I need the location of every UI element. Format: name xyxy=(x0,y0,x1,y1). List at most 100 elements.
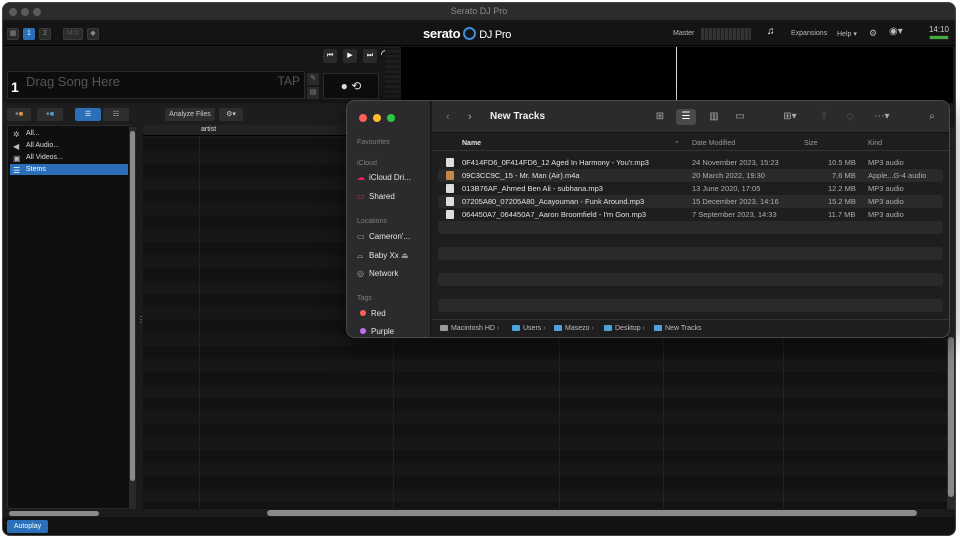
path-bar: Macintosh HD › Users › Masezo › Desktop … xyxy=(432,319,949,337)
file-row[interactable]: 013B76AF_Ahmed Ben Ali - subhana.mp3 13 … xyxy=(438,182,943,195)
sidebar-item-label: All Audio... xyxy=(26,142,60,149)
speaker-icon: ◀ xyxy=(13,142,20,151)
file-date: 24 November 2023, 15:23 xyxy=(692,158,779,167)
add-smart-crate-button[interactable]: +■ xyxy=(37,108,63,121)
finder-title: New Tracks xyxy=(490,111,546,122)
empty-row xyxy=(438,273,943,286)
analyze-files-button[interactable]: Analyze Files xyxy=(165,108,215,121)
sidebar-item-label: iCloud Dri... xyxy=(369,173,411,182)
folder-icon xyxy=(512,325,520,332)
settings-dropdown[interactable]: ⚙▾ xyxy=(219,108,243,121)
path-crumb[interactable]: New Tracks xyxy=(654,325,702,332)
resize-handle[interactable]: ⋮ xyxy=(137,315,145,329)
title-bar: Serato DJ Pro xyxy=(3,3,955,21)
group-by-icon[interactable]: ⊞▾ xyxy=(776,109,804,125)
path-crumb[interactable]: Masezo › xyxy=(554,325,594,332)
autoplay-button[interactable]: Autoplay xyxy=(7,520,48,533)
forward-chevron-icon[interactable]: › xyxy=(468,111,472,123)
stems-icon: ☰ xyxy=(13,166,21,175)
sidebar-tag-purple[interactable]: Purple xyxy=(357,327,394,336)
help-button[interactable]: Help ▾ xyxy=(837,30,857,38)
file-row[interactable]: 09C3CC9C_15 - Mr. Man (Air).m4a 20 March… xyxy=(438,169,943,182)
sidebar-scrollbar[interactable] xyxy=(129,127,136,509)
next-track-button[interactable]: ⏭ xyxy=(363,49,377,63)
share-icon[interactable]: ⇪ xyxy=(814,109,834,125)
eject-icon[interactable]: ⏏ xyxy=(401,251,409,260)
gallery-view-icon[interactable]: ▭ xyxy=(730,109,750,125)
sidebar-item-all-videos[interactable]: ▣ All Videos... xyxy=(10,152,128,163)
waveform-display[interactable] xyxy=(401,47,953,103)
scroll-thumb[interactable] xyxy=(130,131,135,481)
path-crumb[interactable]: Macintosh HD › xyxy=(440,325,499,332)
add-crate-button[interactable]: +■ xyxy=(7,108,31,121)
list-view-icon[interactable]: ☰ xyxy=(676,109,696,125)
sidebar-item-icloud-drive[interactable]: ☁ iCloud Dri... xyxy=(357,173,411,182)
sidebar-item-baby-xx[interactable]: ⌓ Baby Xx ⏏ xyxy=(357,251,409,261)
sidebar-item-label: Red xyxy=(371,309,386,318)
file-date: 20 March 2022, 19:30 xyxy=(692,171,765,180)
search-icon[interactable]: ⌕ xyxy=(922,109,942,125)
artwork-icon xyxy=(446,171,454,180)
file-row[interactable]: 064450A7_064450A7_Aaron Broomfield - I'm… xyxy=(438,208,943,221)
sidebar-item-all-audio[interactable]: ◀ All Audio... xyxy=(10,140,128,151)
sync-control[interactable]: ● ⟲ xyxy=(323,73,379,99)
edit-icon[interactable]: ✎ xyxy=(307,73,319,85)
list-view-button[interactable]: ☰ xyxy=(75,108,101,121)
scroll-thumb[interactable] xyxy=(948,337,954,497)
mix-button[interactable]: MIX xyxy=(63,28,83,40)
deck-1-button[interactable]: 1 xyxy=(23,28,35,40)
finder-close-button[interactable] xyxy=(359,114,367,122)
deck-1-drop-zone[interactable]: 1 Drag Song Here TAP xyxy=(7,71,305,99)
play-button[interactable]: ▶ xyxy=(343,49,357,63)
file-size: 7.6 MB xyxy=(832,171,856,180)
sidebar-item-label: Purple xyxy=(371,327,395,336)
sidebar-item-all[interactable]: ✲ All... xyxy=(10,128,128,139)
sidebar-item-computer[interactable]: ▭ Cameron'... xyxy=(357,232,410,241)
icon-view-icon[interactable]: ⊞ xyxy=(650,109,670,125)
deck-divider xyxy=(385,47,399,103)
sidebar-item-stems[interactable]: ☰ Stems xyxy=(10,164,128,175)
folder-icon xyxy=(654,325,662,332)
track-list-horizontal-scrollbar[interactable] xyxy=(267,510,917,516)
path-crumb[interactable]: Users › xyxy=(512,325,546,332)
crumb-label: Masezo xyxy=(565,325,590,332)
tap-button[interactable]: TAP xyxy=(278,74,300,88)
column-name[interactable]: Name xyxy=(462,140,481,147)
cloud-icon: ☁ xyxy=(357,173,365,182)
expansions-button[interactable]: Expansions xyxy=(791,30,827,37)
file-name: 07205A80_07205A80_Acayouman - Funk Aroun… xyxy=(462,197,645,206)
sidebar-item-shared[interactable]: ▭ Shared xyxy=(357,192,395,201)
file-kind: MP3 audio xyxy=(868,197,904,206)
detail-view-button[interactable]: ☷ xyxy=(103,108,129,121)
column-kind[interactable]: Kind xyxy=(868,140,882,147)
gear-icon[interactable]: ⚙ xyxy=(869,28,877,39)
column-artist[interactable]: artist xyxy=(201,126,216,133)
tag-icon[interactable]: ◇ xyxy=(840,109,860,125)
file-row[interactable]: 0F414FD6_0F414FD6_12 Aged In Harmony - Y… xyxy=(438,156,943,169)
file-icon xyxy=(446,197,454,206)
headphones-icon[interactable]: ♫ xyxy=(767,26,775,37)
sidebar-horizontal-scrollbar[interactable] xyxy=(9,511,99,516)
previous-track-button[interactable]: ⏮ xyxy=(323,49,337,63)
column-date-modified[interactable]: Date Modified xyxy=(692,140,735,147)
finder-zoom-button[interactable] xyxy=(387,114,395,122)
file-date: 15 December 2023, 14:16 xyxy=(692,197,779,206)
layout-menu-icon[interactable]: ▦ xyxy=(7,28,19,40)
sidebar-tag-red[interactable]: Red xyxy=(357,309,386,318)
shield-icon[interactable]: ◆ xyxy=(87,28,99,40)
deck-2-button[interactable]: 2 xyxy=(39,28,51,40)
back-chevron-icon[interactable]: ‹ xyxy=(446,111,450,123)
sync-icon: ⟲ xyxy=(351,79,362,93)
sidebar-item-network[interactable]: ◎ Network xyxy=(357,269,398,278)
file-icon xyxy=(446,210,454,219)
sort-chevron-icon[interactable]: ⌃ xyxy=(674,140,680,148)
path-crumb[interactable]: Desktop › xyxy=(604,325,645,332)
more-actions-icon[interactable]: ⋯▾ xyxy=(868,109,896,125)
top-bar: ▦ 1 2 MIX ◆ serato DJ Pro Master ♫ Expans… xyxy=(3,22,955,46)
grid-icon[interactable]: ▤ xyxy=(307,87,319,99)
column-view-icon[interactable]: ▥ xyxy=(704,109,724,125)
finder-minimize-button[interactable] xyxy=(373,114,381,122)
column-size[interactable]: Size xyxy=(804,140,818,147)
user-icon[interactable]: ◉▾ xyxy=(889,26,903,37)
file-row[interactable]: 07205A80_07205A80_Acayouman - Funk Aroun… xyxy=(438,195,943,208)
